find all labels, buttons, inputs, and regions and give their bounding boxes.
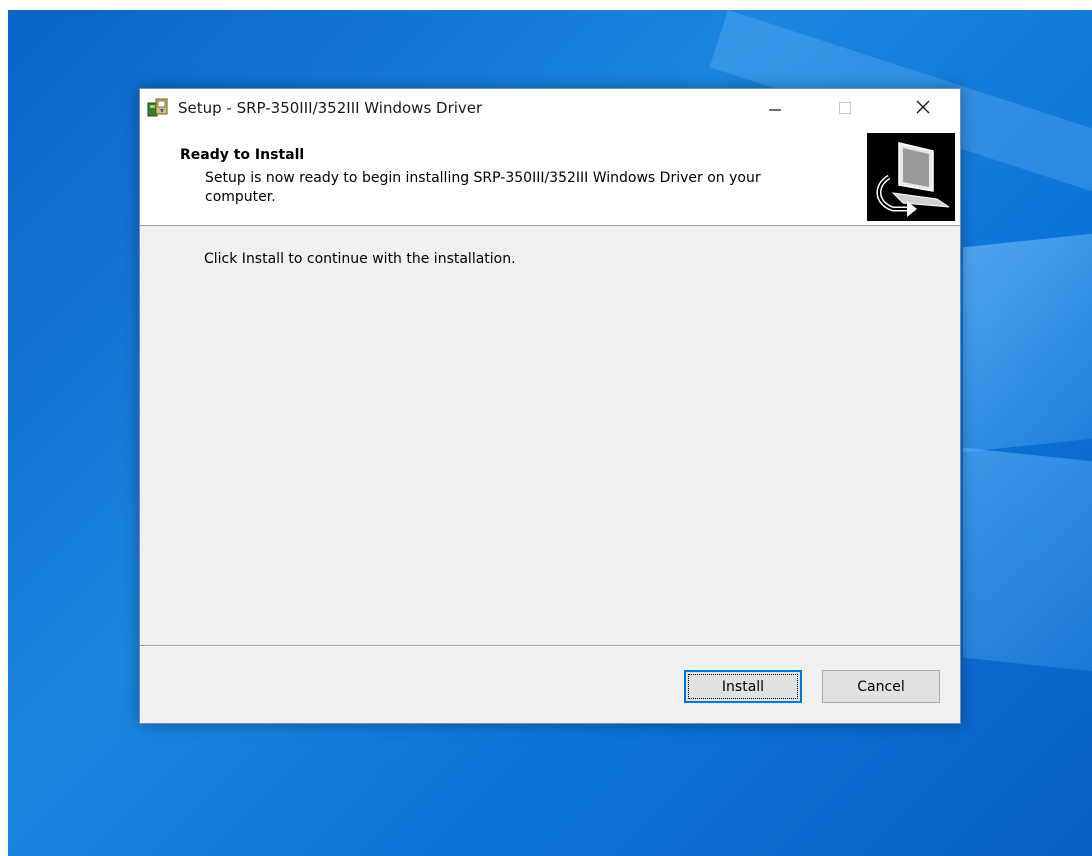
wallpaper-logo-pane-bottom [963,447,1092,673]
wizard-header: Ready to Install Setup is now ready to b… [140,127,960,226]
install-button[interactable]: Install [684,670,802,703]
setup-installer-icon [147,97,169,119]
wallpaper-logo-pane-top [963,232,1092,453]
computer-install-icon [867,133,955,221]
focus-rectangle [688,674,798,699]
window-title: Setup - SRP-350III/352III Windows Driver [178,99,483,117]
close-icon [916,99,930,118]
instruction-text: Click Install to continue with the insta… [204,251,516,267]
cancel-button-label: Cancel [857,678,905,695]
page-title: Ready to Install [180,147,305,163]
minimize-button[interactable] [752,89,798,127]
maximize-button [822,89,868,127]
close-button[interactable] [900,89,946,127]
minimize-icon [769,99,781,118]
cancel-button[interactable]: Cancel [822,670,940,703]
setup-dialog: Setup - SRP-350III/352III Windows Driver… [139,88,961,724]
title-bar[interactable]: Setup - SRP-350III/352III Windows Driver [140,89,960,127]
maximize-icon [839,99,851,118]
footer-divider [140,645,960,646]
page-subtitle: Setup is now ready to begin installing S… [205,170,761,205]
